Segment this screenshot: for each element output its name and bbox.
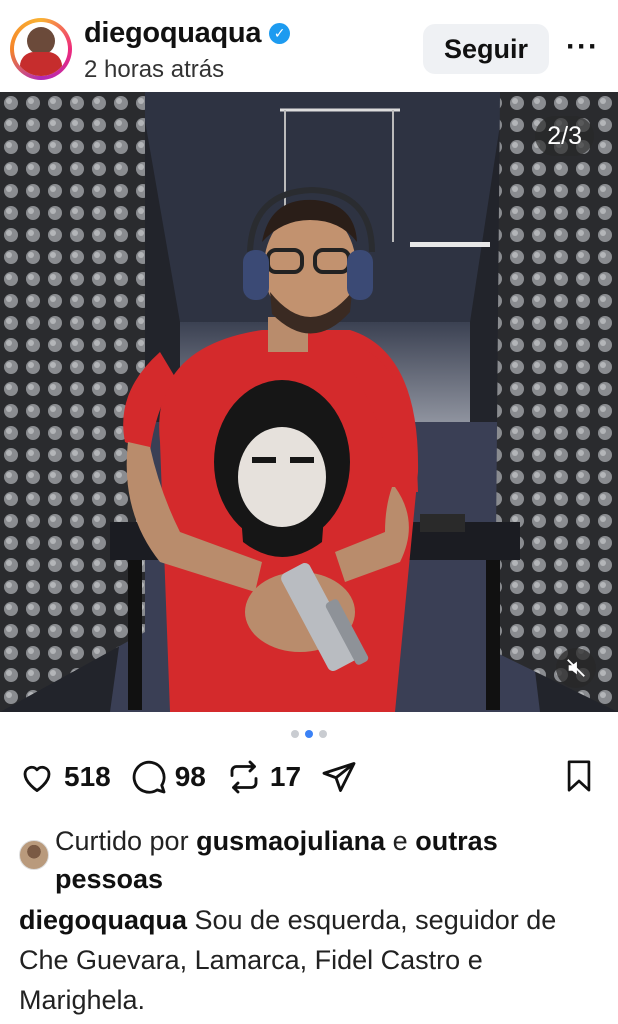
comment-count[interactable]: 98 — [175, 761, 206, 793]
post-photo[interactable]: 2/3 — [0, 92, 618, 712]
carousel-dots — [0, 730, 618, 738]
liked-by-user[interactable]: gusmaojuliana — [196, 826, 385, 856]
speaker-muted-icon[interactable] — [556, 648, 596, 688]
liked-by-prefix: Curtido por — [55, 826, 189, 856]
liked-by-text: Curtido por gusmaojuliana e outras pesso… — [55, 822, 595, 898]
repost-action[interactable]: 17 — [226, 759, 301, 795]
caption-author[interactable]: diegoquaqua — [19, 905, 187, 935]
bookmark-icon[interactable] — [562, 757, 596, 800]
repost-icon[interactable] — [226, 759, 262, 795]
like-action[interactable]: 518 — [18, 759, 111, 795]
slide-counter: 2/3 — [535, 116, 594, 156]
comment-icon[interactable] — [131, 759, 167, 795]
username[interactable]: diegoquaqua — [84, 17, 261, 50]
post-header: diegoquaqua ✓ 2 horas atrás Seguir ··· — [0, 0, 618, 92]
carousel-dot[interactable] — [319, 730, 327, 738]
username-row: diegoquaqua ✓ — [84, 17, 291, 50]
avatar[interactable] — [14, 22, 68, 76]
heart-icon[interactable] — [18, 759, 56, 795]
share-icon[interactable] — [321, 759, 357, 795]
comment-action[interactable]: 98 — [131, 759, 206, 795]
shooting-range-illustration — [0, 92, 618, 712]
story-ring[interactable] — [10, 18, 72, 80]
carousel-dot-active[interactable] — [305, 730, 313, 738]
carousel-dot[interactable] — [291, 730, 299, 738]
more-options-icon[interactable]: ··· — [566, 30, 599, 64]
post-caption: diegoquaqua Sou de esquerda, seguidor de… — [19, 900, 599, 1020]
liked-by-joiner: e — [392, 826, 408, 856]
repost-count[interactable]: 17 — [270, 761, 301, 793]
action-bar: 518 98 17 — [18, 757, 377, 797]
post-time: 2 horas atrás — [84, 56, 225, 83]
like-count[interactable]: 518 — [64, 761, 111, 793]
share-action[interactable] — [321, 759, 357, 795]
liked-by-avatar[interactable] — [19, 840, 49, 870]
verified-badge-icon: ✓ — [269, 23, 291, 44]
follow-button[interactable]: Seguir — [423, 24, 549, 74]
